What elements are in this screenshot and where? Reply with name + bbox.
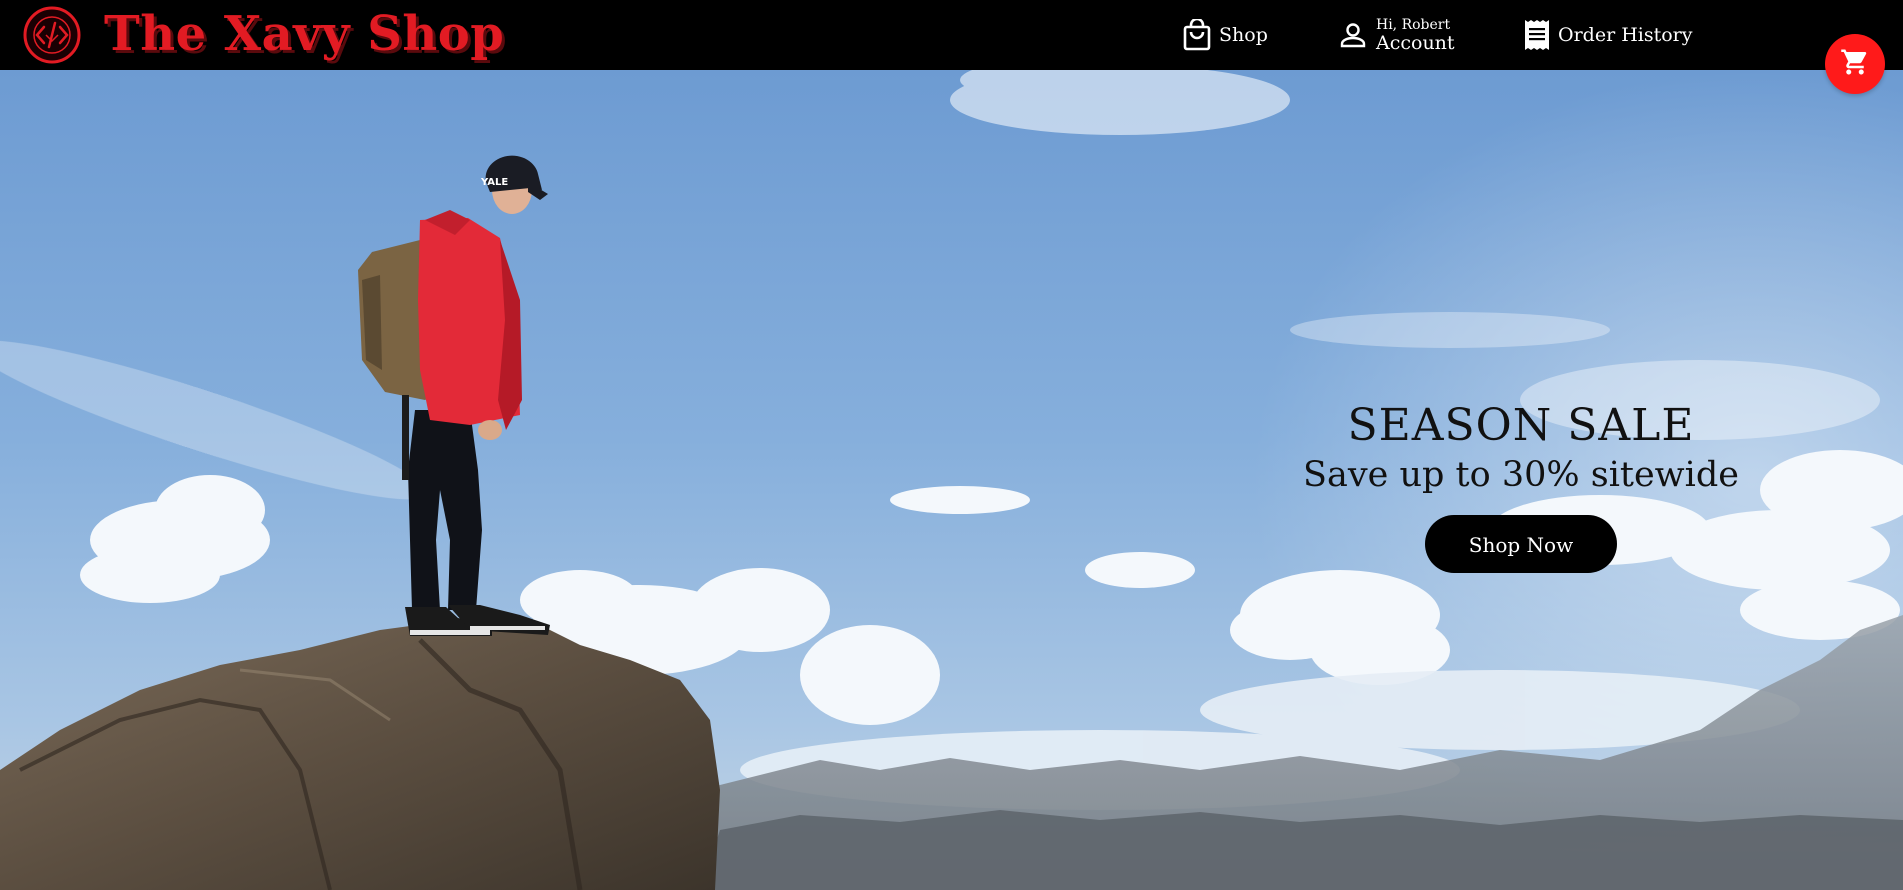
nav-account-label: Account bbox=[1376, 31, 1455, 54]
code-brackets-logo-icon[interactable] bbox=[22, 5, 82, 65]
svg-text:YALE: YALE bbox=[480, 177, 508, 188]
receipt-icon bbox=[1524, 19, 1550, 51]
account-greeting: Hi, Robert bbox=[1376, 16, 1451, 33]
cart-button[interactable] bbox=[1825, 34, 1885, 94]
nav-shop-label: Shop bbox=[1219, 24, 1268, 46]
top-nav-bar: The Xavy Shop Shop Hi, Robert Account Or… bbox=[0, 0, 1903, 70]
nav-order-history-label: Order History bbox=[1558, 24, 1693, 46]
person-icon bbox=[1340, 22, 1366, 48]
hero-banner: YALE SEASON SALE Save up to 30% sitewide… bbox=[0, 70, 1903, 890]
nav-shop[interactable]: Shop bbox=[1183, 0, 1268, 70]
page: The Xavy Shop Shop Hi, Robert Account Or… bbox=[0, 0, 1903, 890]
cart-icon bbox=[1840, 47, 1870, 81]
nav-order-history[interactable]: Order History bbox=[1524, 0, 1692, 70]
shop-now-button[interactable]: Shop Now bbox=[1425, 515, 1617, 573]
shopping-bag-icon bbox=[1183, 19, 1211, 51]
promo-subtitle: Save up to 30% sitewide bbox=[1303, 455, 1739, 495]
promo-title: SEASON SALE bbox=[1347, 400, 1695, 451]
brand-title[interactable]: The Xavy Shop bbox=[104, 4, 504, 64]
promo-panel: SEASON SALE Save up to 30% sitewide Shop… bbox=[1260, 400, 1782, 573]
nav-account[interactable]: Hi, Robert Account bbox=[1340, 0, 1455, 70]
